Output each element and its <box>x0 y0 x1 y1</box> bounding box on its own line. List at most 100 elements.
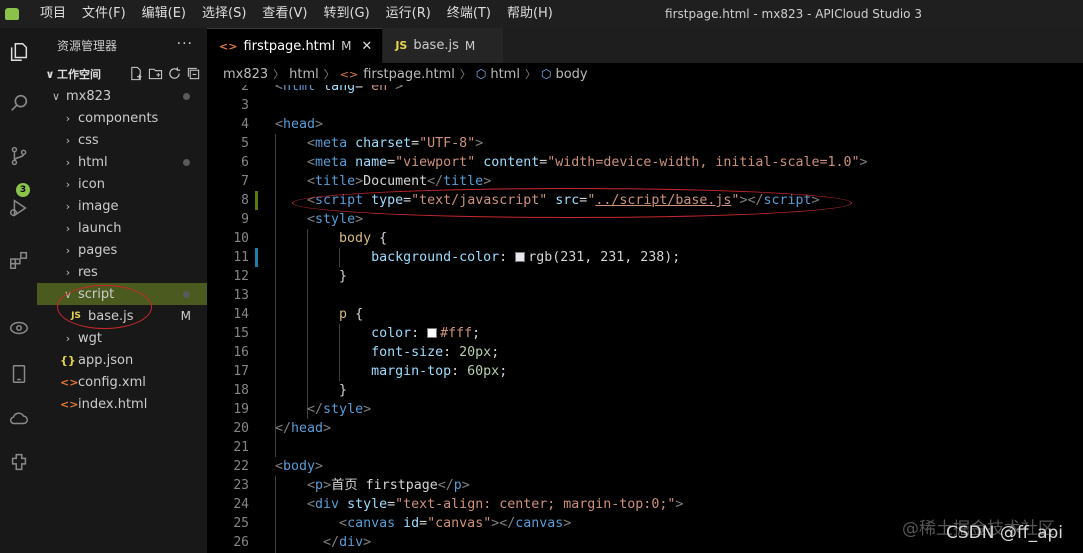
code-token: font-size <box>371 345 444 360</box>
sidebar-title: 资源管理器 <box>57 39 118 53</box>
code-token: "en" <box>363 85 396 94</box>
line-number: 19 <box>233 402 249 417</box>
code-token: 首页 firstpage <box>331 478 438 493</box>
tree-file[interactable]: {} app.json <box>37 349 207 371</box>
tree-file[interactable]: <> index.html <box>37 393 207 415</box>
code-text: </style> <box>275 400 371 419</box>
new-folder-icon[interactable] <box>148 66 163 81</box>
tree-item-label: base.js <box>88 308 134 324</box>
plugin-icon[interactable] <box>0 444 37 480</box>
tab-base-js[interactable]: JS base.js M <box>383 28 505 63</box>
tree-folder[interactable]: › wgt <box>37 327 207 349</box>
chevron-right-icon: › <box>65 111 71 125</box>
line-number: 22 <box>233 459 249 474</box>
workspace-header[interactable]: ∨ 工作空间 <box>37 63 207 85</box>
code-token: > <box>395 85 404 94</box>
chevron-right-icon: › <box>65 155 71 169</box>
tree-folder[interactable]: › res <box>37 261 207 283</box>
menu-item[interactable]: 选择(S) <box>194 0 254 28</box>
close-icon[interactable]: ✕ <box>361 39 372 54</box>
code-text: background-color: rgb(231, 231, 238); <box>275 248 680 267</box>
breadcrumb-item[interactable]: mx823 <box>223 67 268 82</box>
code-token: Document <box>363 174 428 189</box>
color-swatch[interactable] <box>515 252 526 262</box>
html-file-icon: <> <box>339 67 359 81</box>
line-number: 17 <box>233 364 249 379</box>
js-file-icon: JS <box>71 311 81 321</box>
chevron-right-icon: 〉 <box>459 68 471 81</box>
menu-item[interactable]: 帮助(H) <box>499 0 561 28</box>
tree-folder[interactable]: › pages <box>37 239 207 261</box>
code-token: { <box>347 307 364 322</box>
menu-item[interactable]: 查看(V) <box>254 0 315 28</box>
explorer-icon[interactable] <box>0 34 37 70</box>
menu-item[interactable]: 转到(G) <box>315 0 377 28</box>
run-debug-icon[interactable] <box>0 190 37 226</box>
breadcrumb-item[interactable]: html <box>289 67 319 82</box>
line-number: 24 <box>233 497 249 512</box>
tab-firstpage-html[interactable]: <> firstpage.html M ✕ <box>207 28 384 63</box>
tree-folder[interactable]: ∨ script <box>37 283 207 305</box>
code-token: ; <box>472 326 481 341</box>
source-control-icon[interactable] <box>0 138 37 174</box>
tree-file[interactable]: JS base.js M <box>37 305 207 327</box>
menu-item[interactable]: 终端(T) <box>439 0 499 28</box>
code-line: 2 <html lang="en"> <box>207 85 1083 96</box>
code-token: : <box>443 345 460 360</box>
code-editor[interactable]: 2 <html lang="en"> 3 4 <head> 5 <meta charset… <box>207 85 1083 553</box>
code-token: "viewport" <box>395 155 476 170</box>
tree-folder[interactable]: › launch <box>37 217 207 239</box>
code-token: > <box>483 174 492 189</box>
code-token: head <box>291 421 324 436</box>
line-number: 25 <box>233 516 249 531</box>
tree-folder[interactable]: › css <box>37 129 207 151</box>
tree-folder[interactable]: › image <box>37 195 207 217</box>
breadcrumb-item[interactable]: firstpage.html <box>363 67 455 82</box>
chevron-right-icon: › <box>65 243 71 257</box>
tree-file[interactable]: <> config.xml <box>37 371 207 393</box>
menu-item[interactable]: 文件(F) <box>74 0 134 28</box>
code-token: = <box>355 85 364 94</box>
menu-item[interactable]: 运行(R) <box>378 0 439 28</box>
line-number: 4 <box>241 117 249 132</box>
line-number: 13 <box>233 288 249 303</box>
more-actions-icon[interactable]: ··· <box>177 36 193 52</box>
breadcrumb-item[interactable]: body <box>555 67 587 82</box>
tree-folder[interactable]: › html <box>37 151 207 173</box>
search-icon[interactable] <box>0 85 37 121</box>
code-token: "text/javascript" <box>411 193 548 208</box>
code-token: < <box>307 174 316 189</box>
cloud-icon[interactable] <box>0 400 37 436</box>
modified-flag: M <box>180 309 191 323</box>
menu-item[interactable]: 编辑(E) <box>134 0 194 28</box>
code-token: < <box>275 459 284 474</box>
menu-item[interactable]: 项目 <box>32 0 74 28</box>
code-text: color: #fff; <box>275 324 480 343</box>
code-token: script <box>763 193 812 208</box>
code-token: = <box>387 497 396 512</box>
collapse-all-icon[interactable] <box>186 66 201 81</box>
tree-folder[interactable]: › icon <box>37 173 207 195</box>
tree-root-mx823[interactable]: ∨ mx823 <box>37 85 207 107</box>
preview-icon[interactable] <box>0 310 37 346</box>
breadcrumb-item[interactable]: html <box>490 67 520 82</box>
line-number: 20 <box>233 421 249 436</box>
code-token: body <box>283 459 316 474</box>
new-file-icon[interactable] <box>129 66 144 81</box>
extensions-icon[interactable] <box>0 242 37 278</box>
code-token: canvas <box>515 516 564 531</box>
code-token: 20px <box>459 345 492 360</box>
code-line: 22 <body> <box>207 457 1083 476</box>
code-token: > <box>323 421 332 436</box>
tree-folder[interactable]: › components <box>37 107 207 129</box>
code-token: html <box>283 85 316 94</box>
refresh-icon[interactable] <box>167 66 182 81</box>
tree-item-label: css <box>78 132 99 148</box>
tab-label: firstpage.html <box>243 38 336 54</box>
modified-dot <box>183 291 190 298</box>
device-icon[interactable] <box>0 356 37 392</box>
app-logo-icon <box>0 0 24 28</box>
code-token: lang <box>323 85 356 94</box>
color-swatch[interactable] <box>427 328 438 338</box>
